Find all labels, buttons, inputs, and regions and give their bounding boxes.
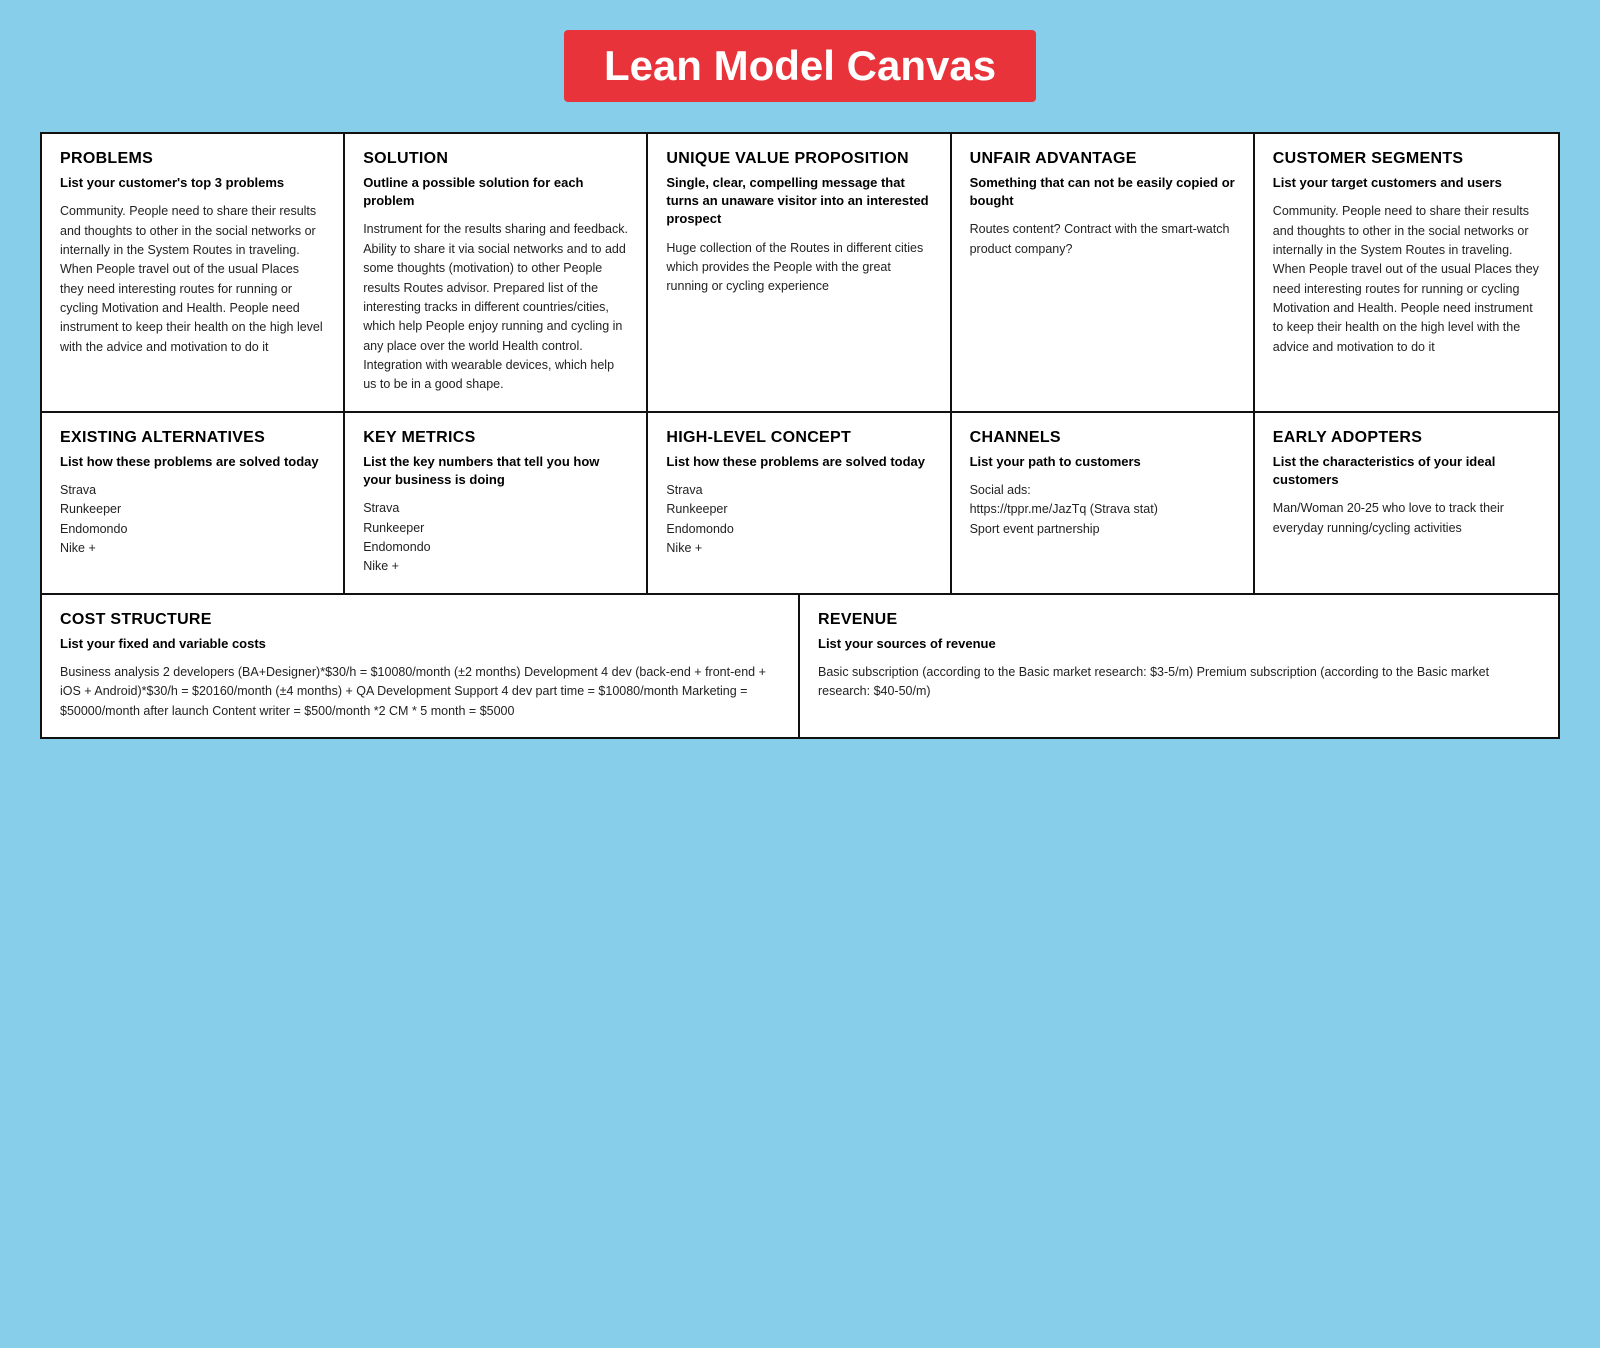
high-level-concept-subtitle: List how these problems are solved today — [666, 453, 931, 471]
cell-high-level-concept: HIGH-LEVEL CONCEPT List how these proble… — [648, 413, 951, 593]
canvas-top-row: PROBLEMS List your customer's top 3 prob… — [42, 134, 1558, 413]
solution-title: SOLUTION — [363, 150, 628, 168]
cell-solution: SOLUTION Outline a possible solution for… — [345, 134, 648, 411]
page-title-wrap: Lean Model Canvas — [40, 30, 1560, 102]
channels-title: CHANNELS — [970, 429, 1235, 447]
high-level-concept-body: Strava Runkeeper Endomondo Nike + — [666, 481, 931, 559]
problems-title: PROBLEMS — [60, 150, 325, 168]
solution-subtitle: Outline a possible solution for each pro… — [363, 174, 628, 210]
canvas-mid-row: EXISTING ALTERNATIVES List how these pro… — [42, 413, 1558, 595]
cell-revenue: REVENUE List your sources of revenue Bas… — [800, 595, 1558, 737]
unique-value-body: Huge collection of the Routes in differe… — [666, 239, 931, 297]
customer-segments-title: CUSTOMER SEGMENTS — [1273, 150, 1540, 168]
lean-canvas: PROBLEMS List your customer's top 3 prob… — [40, 132, 1560, 739]
existing-alternatives-subtitle: List how these problems are solved today — [60, 453, 325, 471]
customer-segments-subtitle: List your target customers and users — [1273, 174, 1540, 192]
cell-early-adopters: EARLY ADOPTERS List the characteristics … — [1255, 413, 1558, 593]
channels-body: Social ads: https://tppr.me/JazTq (Strav… — [970, 481, 1235, 539]
cell-unique-value: UNIQUE VALUE PROPOSITION Single, clear, … — [648, 134, 951, 411]
cost-structure-subtitle: List your fixed and variable costs — [60, 635, 780, 653]
cell-cost-structure: COST STRUCTURE List your fixed and varia… — [42, 595, 800, 737]
problems-subtitle: List your customer's top 3 problems — [60, 174, 325, 192]
customer-segments-body: Community. People need to share their re… — [1273, 202, 1540, 357]
revenue-title: REVENUE — [818, 611, 1540, 629]
page-title: Lean Model Canvas — [564, 30, 1036, 102]
unfair-advantage-title: UNFAIR ADVANTAGE — [970, 150, 1235, 168]
key-metrics-title: KEY METRICS — [363, 429, 628, 447]
key-metrics-subtitle: List the key numbers that tell you how y… — [363, 453, 628, 489]
early-adopters-subtitle: List the characteristics of your ideal c… — [1273, 453, 1540, 489]
cell-problems: PROBLEMS List your customer's top 3 prob… — [42, 134, 345, 411]
revenue-body: Basic subscription (according to the Bas… — [818, 663, 1540, 702]
channels-subtitle: List your path to customers — [970, 453, 1235, 471]
cell-channels: CHANNELS List your path to customers Soc… — [952, 413, 1255, 593]
problems-body: Community. People need to share their re… — [60, 202, 325, 357]
existing-alternatives-body: Strava Runkeeper Endomondo Nike + — [60, 481, 325, 559]
unfair-advantage-body: Routes content? Contract with the smart-… — [970, 220, 1235, 259]
early-adopters-title: EARLY ADOPTERS — [1273, 429, 1540, 447]
solution-body: Instrument for the results sharing and f… — [363, 220, 628, 394]
cost-structure-title: COST STRUCTURE — [60, 611, 780, 629]
cell-existing-alternatives: EXISTING ALTERNATIVES List how these pro… — [42, 413, 345, 593]
key-metrics-body: Strava Runkeeper Endomondo Nike + — [363, 499, 628, 577]
existing-alternatives-title: EXISTING ALTERNATIVES — [60, 429, 325, 447]
cell-unfair-advantage: UNFAIR ADVANTAGE Something that can not … — [952, 134, 1255, 411]
high-level-concept-title: HIGH-LEVEL CONCEPT — [666, 429, 931, 447]
early-adopters-body: Man/Woman 20-25 who love to track their … — [1273, 499, 1540, 538]
unique-value-subtitle: Single, clear, compelling message that t… — [666, 174, 931, 229]
cell-key-metrics: KEY METRICS List the key numbers that te… — [345, 413, 648, 593]
canvas-bottom-row: COST STRUCTURE List your fixed and varia… — [42, 595, 1558, 737]
unique-value-title: UNIQUE VALUE PROPOSITION — [666, 150, 931, 168]
cell-customer-segments: CUSTOMER SEGMENTS List your target custo… — [1255, 134, 1558, 411]
unfair-advantage-subtitle: Something that can not be easily copied … — [970, 174, 1235, 210]
cost-structure-body: Business analysis 2 developers (BA+Desig… — [60, 663, 780, 721]
revenue-subtitle: List your sources of revenue — [818, 635, 1540, 653]
